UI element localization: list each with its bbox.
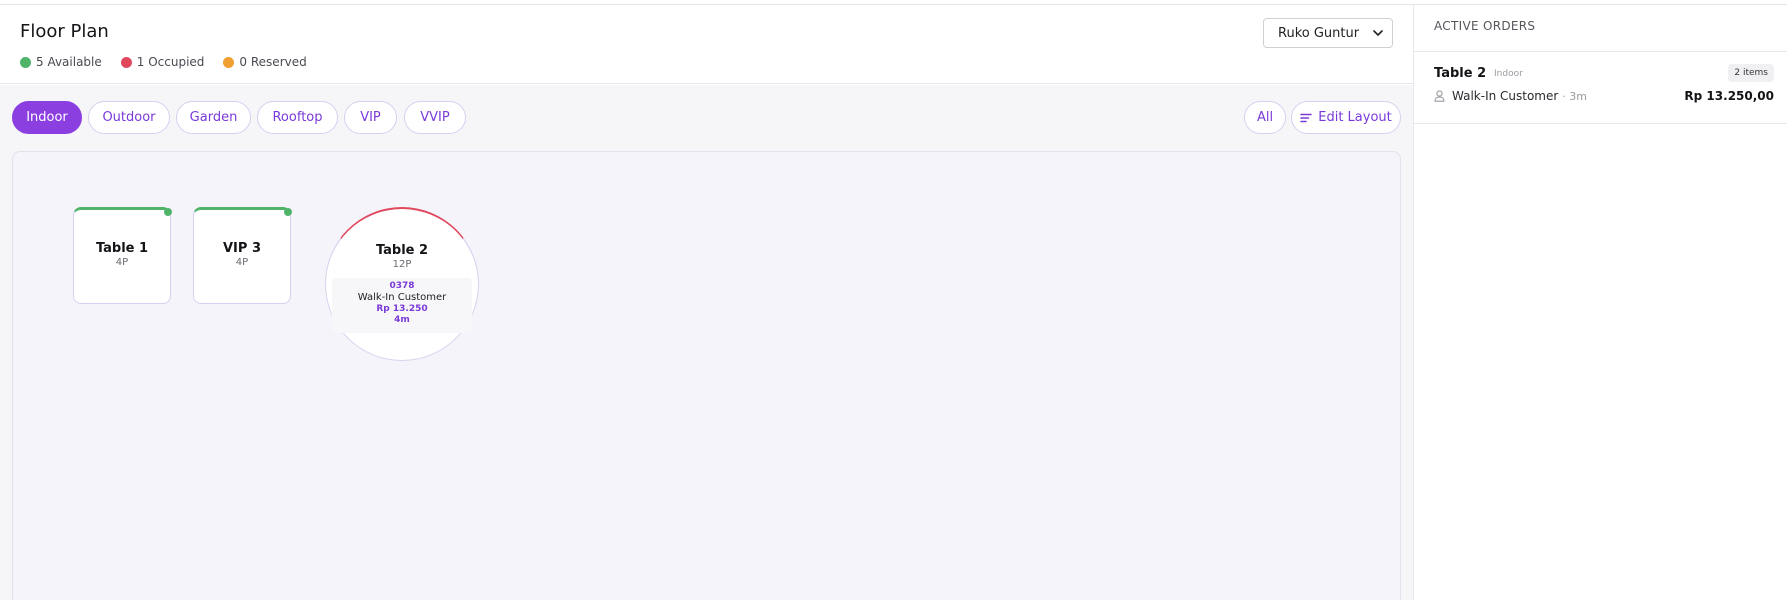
page-title: Floor Plan [20, 21, 109, 42]
area-toolbar: Indoor Outdoor Garden Rooftop VIP VVIP A… [0, 85, 1413, 151]
edit-layout-button[interactable]: Edit Layout [1291, 101, 1401, 134]
sort-lines-icon [1300, 113, 1312, 122]
order-elapsed: 4m [394, 315, 410, 325]
active-order-card[interactable]: Table 2 Indoor 2 items Walk-In Customer … [1414, 52, 1787, 124]
area-tab-rooftop[interactable]: Rooftop [257, 101, 338, 134]
table-name: Table 1 [95, 241, 149, 256]
table-capacity: 4P [235, 257, 249, 268]
status-corner-icon [164, 208, 172, 216]
floor-plan-main: Floor Plan 5 Available 1 Occupied 0 Rese… [0, 5, 1413, 600]
order-amount-total: Rp 13.250,00 [1684, 89, 1774, 103]
edit-layout-label: Edit Layout [1318, 110, 1392, 125]
legend-occupied-label: 1 Occupied [136, 55, 205, 69]
order-amount: Rp 13.250 [376, 304, 428, 314]
table-card-table-1[interactable]: Table 1 4P [73, 207, 172, 304]
chevron-down-icon [1373, 30, 1383, 36]
legend-available: 5 Available [20, 55, 102, 69]
reserved-dot-icon [223, 56, 235, 68]
order-customer-name: Walk-In Customer [1452, 89, 1559, 103]
legend-occupied: 1 Occupied [120, 55, 205, 69]
available-dot-icon [20, 56, 31, 68]
order-items-badge: 2 items [1728, 64, 1774, 82]
table-name: Table 2 [375, 243, 429, 258]
legend-reserved-label: 0 Reserved [239, 55, 307, 69]
order-table-name: Table 2 [1434, 66, 1487, 81]
order-area: Indoor [1494, 69, 1523, 79]
table-name: VIP 3 [223, 241, 261, 256]
area-tab-vvip[interactable]: VVIP [404, 101, 466, 134]
floor-canvas-area: Table 1 4P VIP 3 4P Table 2 12P 0378 Wal… [0, 151, 1413, 600]
area-tab-indoor[interactable]: Indoor [12, 101, 82, 134]
user-icon [1434, 90, 1445, 102]
active-orders-panel: ACTIVE ORDERS Table 2 Indoor 2 items Wal… [1413, 5, 1787, 600]
floor-plan-header: Floor Plan 5 Available 1 Occupied 0 Rese… [0, 5, 1413, 84]
table-card-vip-3[interactable]: VIP 3 4P [193, 207, 292, 304]
area-tab-outdoor[interactable]: Outdoor [88, 101, 170, 134]
status-corner-icon [284, 208, 292, 216]
area-tab-vip[interactable]: VIP [344, 101, 397, 134]
legend-available-label: 5 Available [36, 55, 102, 69]
active-orders-title: ACTIVE ORDERS [1414, 5, 1787, 52]
table-capacity: 4P [115, 257, 129, 268]
order-code: 0378 [389, 281, 415, 291]
outlet-select-value: Ruko Guntur [1278, 25, 1360, 41]
order-customer: Walk-In Customer [357, 292, 447, 303]
floor-canvas: Table 1 4P VIP 3 4P Table 2 12P 0378 Wal… [12, 151, 1401, 600]
order-customer-row: Walk-In Customer · 3m [1434, 89, 1587, 103]
table-order-summary: 0378 Walk-In Customer Rp 13.250 4m [332, 278, 472, 333]
order-age: · 3m [1562, 89, 1588, 103]
status-legend: 5 Available 1 Occupied 0 Reserved [20, 55, 326, 69]
legend-reserved: 0 Reserved [223, 55, 307, 69]
occupied-dot-icon [120, 56, 132, 68]
table-capacity: 12P [392, 259, 412, 270]
filter-all-button[interactable]: All [1244, 101, 1286, 134]
outlet-select[interactable]: Ruko Guntur [1263, 18, 1393, 48]
area-tab-garden[interactable]: Garden [176, 101, 251, 134]
table-card-table-2[interactable]: Table 2 12P 0378 Walk-In Customer Rp 13.… [325, 207, 479, 361]
